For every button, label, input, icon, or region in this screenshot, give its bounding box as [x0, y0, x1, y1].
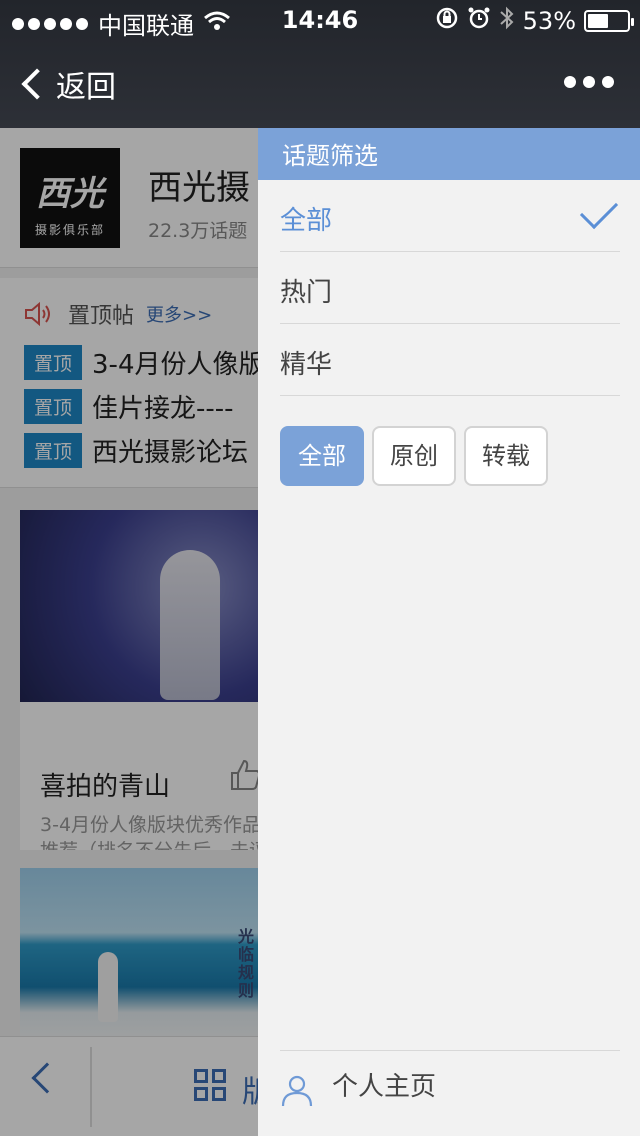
battery-percent: 53%	[522, 7, 576, 35]
nav-bar: 返回	[0, 56, 640, 112]
type-repost-button[interactable]: 转载	[464, 426, 548, 486]
battery-icon	[584, 10, 634, 32]
filter-option-label: 热门	[280, 278, 333, 308]
battery-level	[588, 14, 609, 28]
back-button[interactable]: 返回	[20, 62, 116, 106]
filter-panel-title: 话题筛选	[258, 128, 640, 180]
filter-panel: 话题筛选 全部 热门 精华 全部 原创 转载 个人主页	[258, 128, 640, 1136]
divider	[280, 1050, 620, 1051]
alarm-icon	[467, 6, 491, 36]
profile-link[interactable]: 个人主页	[332, 1066, 436, 1103]
filter-option-label: 全部	[280, 206, 333, 236]
filter-option-all[interactable]: 全部	[280, 180, 620, 252]
person-icon[interactable]	[280, 1073, 314, 1107]
rotation-lock-icon	[435, 6, 459, 36]
status-right: 53%	[435, 6, 634, 36]
status-bar: 中国联通 14:46 53%	[0, 0, 640, 40]
top-bar: 中国联通 14:46 53% 返回	[0, 0, 640, 128]
bluetooth-icon	[499, 6, 515, 36]
type-original-button[interactable]: 原创	[372, 426, 456, 486]
back-label: 返回	[56, 70, 116, 105]
chevron-left-icon	[21, 68, 53, 100]
filter-option-featured[interactable]: 精华	[280, 324, 620, 396]
filter-option-label: 精华	[280, 350, 333, 380]
filter-option-hot[interactable]: 热门	[280, 252, 620, 324]
type-filter-group: 全部 原创 转载	[280, 426, 548, 486]
checkmark-icon	[579, 190, 619, 230]
type-all-button[interactable]: 全部	[280, 426, 364, 486]
more-menu-button[interactable]	[564, 76, 614, 88]
